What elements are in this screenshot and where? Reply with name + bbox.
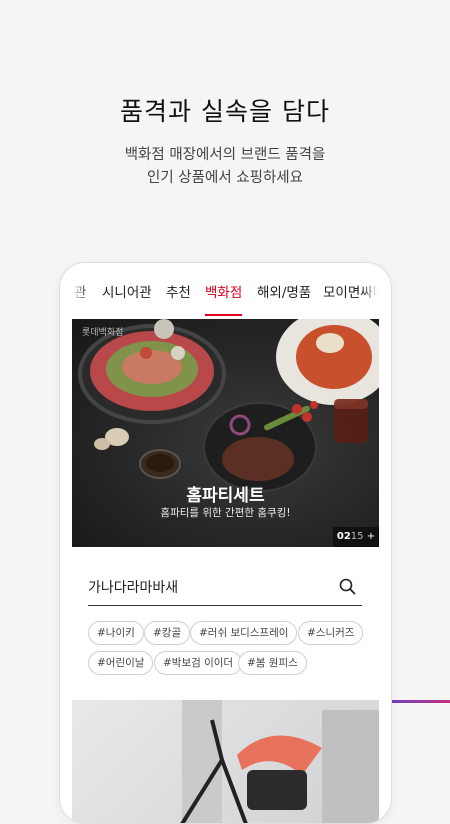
search-icon[interactable] — [339, 578, 356, 595]
mushroom-2 — [171, 346, 185, 360]
chili-slice — [140, 347, 152, 359]
search-section: #나이키 #캉골 #러쉬 보디스프레이 #스니커즈 #어린이날 #박보검 이이더… — [72, 547, 379, 700]
tabs-fade-right — [362, 283, 378, 316]
decorative-gradient-line — [388, 700, 450, 703]
tab-department-store[interactable]: 백화점 — [205, 283, 243, 316]
tab-recommend[interactable]: 추천 — [166, 283, 191, 316]
stroller-seat — [247, 770, 307, 810]
pasta-cheese — [316, 333, 344, 353]
banner-page-counter[interactable]: 0215 + — [333, 527, 379, 547]
column — [182, 700, 222, 823]
tomato-2 — [302, 412, 312, 422]
tabs-fade-left — [72, 283, 88, 316]
tab-senior[interactable]: 시니어관 — [102, 283, 152, 316]
phone-mockup: 관 시니어관 추천 백화점 해외/명품 모이면싸다 — [59, 262, 392, 824]
stroller-illustration — [180, 700, 379, 823]
steak — [222, 437, 294, 481]
category-tabs: 관 시니어관 추천 백화점 해외/명품 모이면싸다 — [72, 283, 378, 316]
counter-current: 02 — [336, 531, 351, 542]
search-input[interactable] — [88, 571, 328, 603]
tag-chip[interactable]: #나이키 — [88, 621, 144, 645]
search-box — [88, 571, 362, 606]
tomato-3 — [310, 401, 318, 409]
hero-headline: 품격과 실속을 담다 — [120, 97, 330, 126]
tag-chip[interactable]: #박보검 이이더 — [154, 651, 243, 675]
banner-brand: 롯데백화점 — [82, 328, 124, 338]
hero-subtitle-line2: 인기 상품에서 쇼핑하세요 — [147, 170, 303, 186]
tag-chip[interactable]: #봄 원피스 — [238, 651, 307, 675]
tag-chip[interactable]: #어린이날 — [88, 651, 154, 675]
mushroom-1 — [154, 319, 174, 339]
tag-chip[interactable]: #캉골 — [144, 621, 191, 645]
tab-overseas-luxury[interactable]: 해외/명품 — [257, 283, 311, 316]
tag-chip[interactable]: #스니커즈 — [298, 621, 364, 645]
hero-subtitle: 백화점 매장에서의 브랜드 품격을 인기 상품에서 쇼핑하세요 — [0, 144, 450, 190]
banner-description: 홈파티를 위한 간편한 홈쿠킹! — [160, 507, 291, 519]
banner-title: 홈파티세트 — [186, 486, 265, 506]
stroller-canopy — [237, 735, 322, 775]
tomato-1 — [292, 404, 302, 414]
counter-plus-icon: + — [366, 531, 376, 542]
product-image[interactable] — [72, 700, 379, 823]
arch — [322, 710, 379, 823]
promo-banner[interactable]: 롯데백화점 홈파티세트 홈파티를 위한 간편한 홈쿠킹! 0215 + — [72, 319, 379, 547]
table-mushroom-2 — [94, 438, 110, 450]
drink-foam — [334, 399, 368, 409]
sauce — [146, 454, 174, 472]
hero-subtitle-line1: 백화점 매장에서의 브랜드 품격을 — [124, 147, 326, 163]
counter-total: 15 — [350, 531, 364, 542]
tag-chip[interactable]: #러쉬 보디스프레이 — [190, 621, 298, 645]
